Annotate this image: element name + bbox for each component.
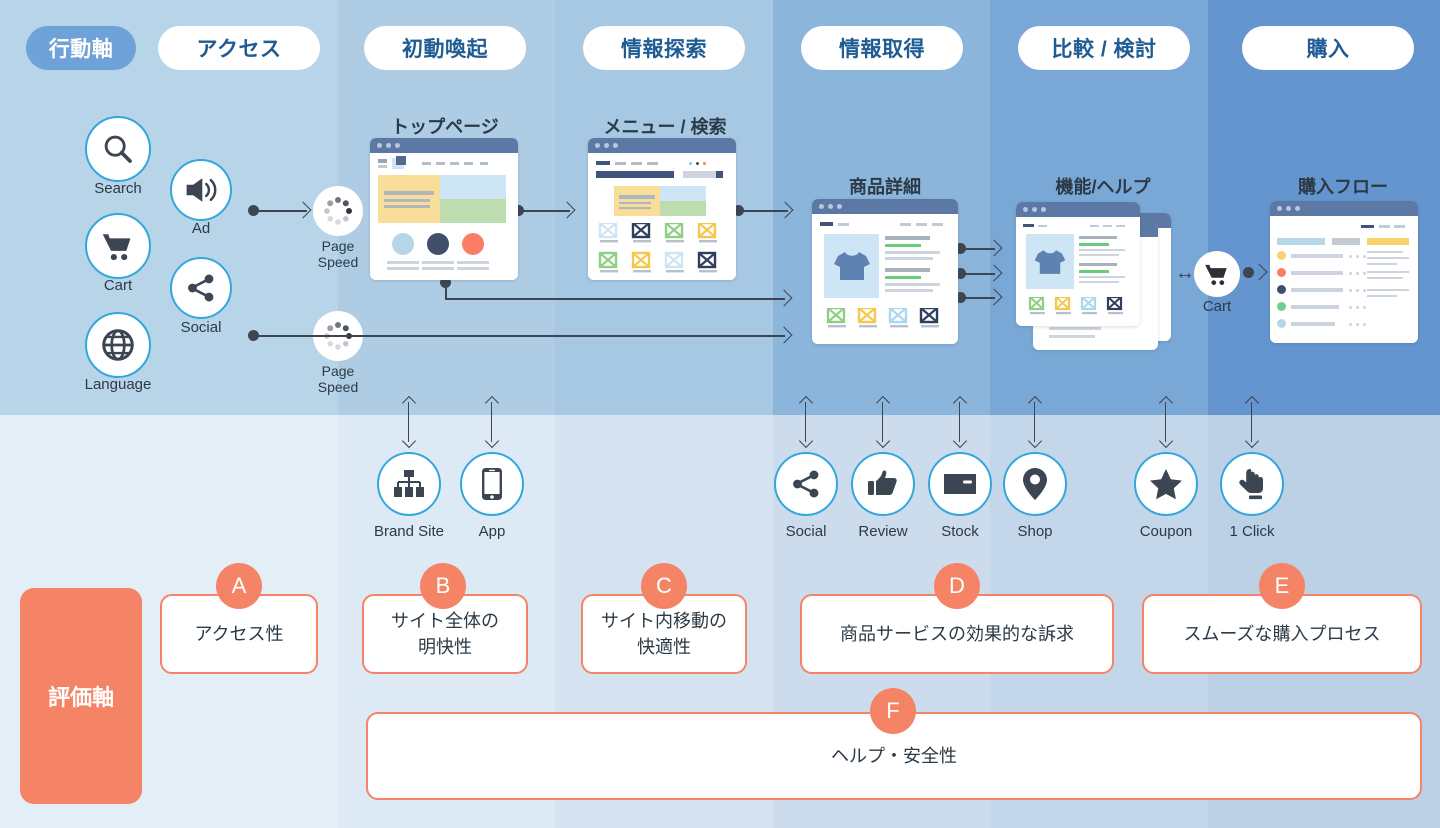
stage-pill-acquire[interactable]: 情報取得 — [801, 26, 963, 70]
icon-social-access[interactable] — [170, 257, 232, 319]
icon-page-speed-top[interactable] — [313, 186, 363, 236]
window-titlebar — [370, 138, 518, 153]
icon-label-shop: Shop — [1017, 523, 1053, 540]
shopping-cart-icon — [102, 234, 131, 261]
pointing-hand-icon — [1239, 469, 1263, 500]
eval-badge-d: D — [934, 563, 980, 609]
evaluation-axis-label: 評価軸 — [20, 588, 142, 804]
connector-line — [445, 283, 447, 299]
icon-ad[interactable] — [170, 159, 232, 221]
megaphone-icon — [186, 178, 217, 202]
icon-label-app: App — [478, 523, 506, 540]
share-icon — [793, 470, 819, 498]
icon-cart-access[interactable] — [85, 213, 151, 279]
icon-stock[interactable] — [928, 452, 992, 516]
mockup-top-page[interactable] — [370, 138, 518, 280]
icon-label-cart-node: Cart — [1202, 298, 1232, 315]
connector-line — [445, 298, 785, 300]
icon-label-cart-access: Cart — [103, 277, 133, 294]
magnifier-icon — [104, 135, 132, 163]
icon-app[interactable] — [460, 452, 524, 516]
vertical-link-arrow — [401, 395, 417, 449]
icon-label-page-speed-bottom-l2: Speed — [317, 379, 359, 395]
icon-one-click[interactable] — [1220, 452, 1284, 516]
spinner-icon — [324, 197, 352, 225]
window-content — [1016, 217, 1140, 326]
bidirectional-arrow-icon: ↔ — [1175, 262, 1195, 284]
icon-label-brand-site: Brand Site — [373, 523, 445, 540]
caption-menu-search: メニュー / 検索 — [603, 117, 727, 137]
mockup-menu-search[interactable] — [588, 138, 736, 280]
window-content — [370, 153, 518, 280]
vertical-link-arrow — [1158, 395, 1174, 449]
shopping-cart-icon — [1205, 264, 1227, 285]
connector-line — [255, 335, 785, 337]
icon-label-language: Language — [84, 376, 152, 393]
vertical-link-arrow — [1027, 395, 1043, 449]
thumbs-up-icon — [868, 470, 897, 495]
caption-top-page: トップページ — [391, 117, 499, 137]
legend-behavior-axis: 行動軸 — [26, 26, 136, 70]
icon-shop[interactable] — [1003, 452, 1067, 516]
icon-coupon[interactable] — [1134, 452, 1198, 516]
sitemap-icon — [394, 470, 424, 497]
mockup-feature-help[interactable] — [1016, 202, 1140, 326]
icon-label-social-access: Social — [180, 319, 222, 336]
smartphone-icon — [482, 468, 502, 500]
caption-purchase-flow: 購入フロー — [1298, 177, 1388, 197]
diagram-canvas: 行動軸 アクセス 初動喚起 情報探索 情報取得 比較 / 検討 購入 Searc… — [0, 0, 1440, 828]
eval-badge-a: A — [216, 563, 262, 609]
vertical-link-arrow — [875, 395, 891, 449]
stage-pill-explore[interactable]: 情報探索 — [583, 26, 745, 70]
window-content — [588, 153, 736, 280]
window-titlebar — [588, 138, 736, 153]
box-icon — [944, 474, 976, 494]
icon-label-search: Search — [94, 180, 142, 197]
thumbnail-row-icon — [1028, 297, 1123, 315]
stage-pill-purchase[interactable]: 購入 — [1242, 26, 1414, 70]
eval-badge-b: B — [420, 563, 466, 609]
icon-language[interactable] — [85, 312, 151, 378]
icon-search[interactable] — [85, 116, 151, 182]
window-titlebar — [1016, 202, 1140, 217]
window-content — [812, 214, 958, 344]
thumbnail-row-icon — [826, 308, 939, 328]
vertical-link-arrow — [798, 395, 814, 449]
icon-label-page-speed-bottom-l1: Page — [321, 363, 355, 379]
vertical-link-arrow — [484, 395, 500, 449]
eval-badge-c: C — [641, 563, 687, 609]
caption-feature-help: 機能/ヘルプ — [1055, 177, 1151, 197]
icon-social-touchpoint[interactable] — [774, 452, 838, 516]
window-content — [1270, 216, 1418, 343]
window-titlebar — [1270, 201, 1418, 216]
map-pin-icon — [1023, 468, 1047, 500]
star-icon — [1150, 469, 1182, 500]
icon-brand-site[interactable] — [377, 452, 441, 516]
thumbnail-grid-icon — [598, 223, 717, 273]
icon-review[interactable] — [851, 452, 915, 516]
share-icon — [188, 274, 214, 302]
vertical-link-arrow — [1244, 395, 1260, 449]
icon-label-one-click: 1 Click — [1229, 523, 1275, 540]
mockup-purchase-flow[interactable] — [1270, 201, 1418, 343]
vertical-link-arrow — [952, 395, 968, 449]
tshirt-icon — [1034, 250, 1066, 274]
mockup-product-detail[interactable] — [812, 199, 958, 344]
eval-badge-e: E — [1259, 563, 1305, 609]
globe-icon — [102, 329, 134, 361]
eval-badge-f: F — [870, 688, 916, 734]
stage-pill-compare[interactable]: 比較 / 検討 — [1018, 26, 1190, 70]
caption-product-detail: 商品詳細 — [849, 177, 921, 197]
stage-pill-access[interactable]: アクセス — [158, 26, 320, 70]
icon-label-ad: Ad — [191, 220, 211, 237]
icon-cart-node[interactable] — [1194, 251, 1240, 297]
window-titlebar — [812, 199, 958, 214]
tshirt-icon — [834, 252, 870, 280]
stage-pill-initiate[interactable]: 初動喚起 — [364, 26, 526, 70]
